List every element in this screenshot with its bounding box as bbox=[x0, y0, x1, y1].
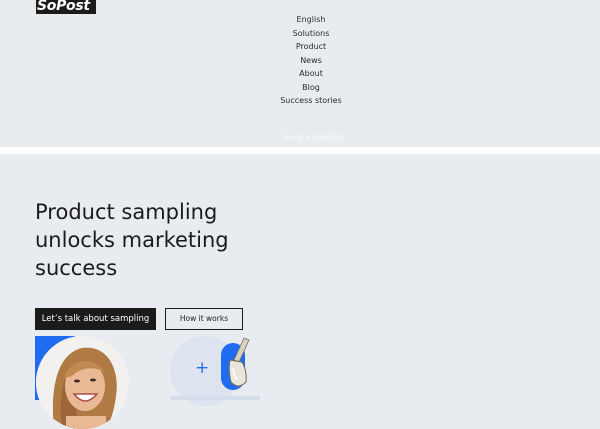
nav-item-product[interactable]: Product bbox=[0, 41, 600, 53]
nav-item-news[interactable]: News bbox=[0, 55, 600, 67]
sopost-logo[interactable]: SoPost bbox=[36, 0, 96, 14]
nav-item-success-stories[interactable]: Success stories bbox=[0, 95, 600, 107]
nav-item-blog[interactable]: Blog bbox=[0, 82, 600, 94]
hero-title: Product sampling unlocks marketing succe… bbox=[35, 200, 229, 280]
nav-item-about[interactable]: About bbox=[0, 68, 600, 80]
how-it-works-button[interactable]: How it works bbox=[165, 308, 243, 330]
smiling-woman-photo bbox=[36, 336, 129, 429]
nav-item-english[interactable]: English bbox=[0, 14, 600, 26]
section-divider bbox=[0, 147, 600, 154]
glass-bottle-icon bbox=[228, 337, 250, 387]
book-meeting-link[interactable]: Book a meeting bbox=[0, 132, 600, 144]
plus-icon: + bbox=[195, 358, 210, 378]
talk-about-sampling-button[interactable]: Let’s talk about sampling bbox=[35, 308, 156, 330]
light-strip bbox=[170, 396, 260, 400]
woman-portrait-icon bbox=[36, 336, 129, 429]
nav-item-solutions[interactable]: Solutions bbox=[0, 28, 600, 40]
